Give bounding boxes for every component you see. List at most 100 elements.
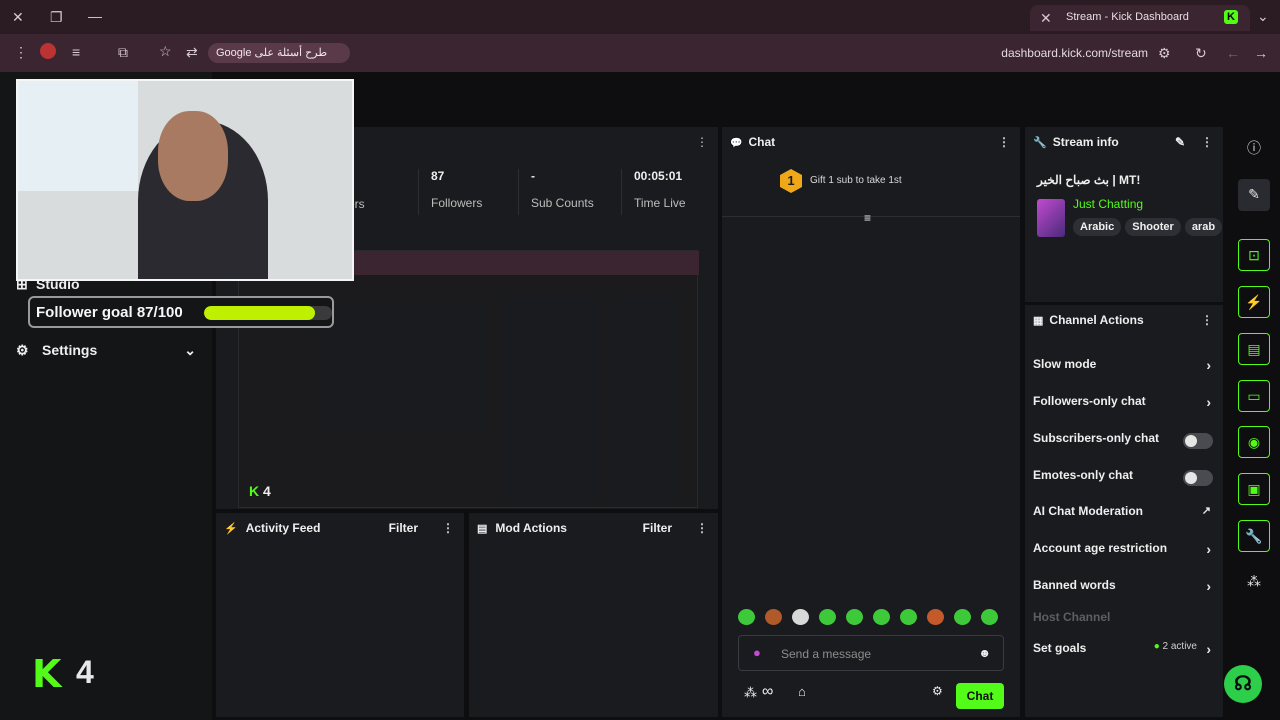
emote-icon[interactable] xyxy=(846,609,863,625)
preview-actions-area xyxy=(609,293,679,503)
restore-window-icon[interactable]: ❐ xyxy=(50,9,63,25)
nav-item-settings[interactable]: ⚙ Settings ⌄ xyxy=(16,342,196,359)
send-chat-button[interactable]: Chat xyxy=(956,683,1004,709)
chat-settings-icon[interactable]: ⚙ xyxy=(932,684,943,698)
tag[interactable]: Arabic xyxy=(1073,218,1122,236)
category-name[interactable]: Just Chatting xyxy=(1073,197,1143,211)
preview-chat-area xyxy=(501,293,601,503)
chevron-right-icon: › xyxy=(1206,357,1211,373)
kicks-icon[interactable]: ⁂ xyxy=(744,685,757,701)
reading-list-icon[interactable]: ≡ xyxy=(72,44,80,60)
emote-icon[interactable] xyxy=(873,609,890,625)
external-link-icon: ↗ xyxy=(1201,505,1211,517)
lightning-icon[interactable]: ⚡ xyxy=(1238,286,1270,318)
stream-preview[interactable]: K 4 xyxy=(238,250,699,508)
subscribers-only-toggle[interactable] xyxy=(1183,433,1213,449)
action-slow-mode[interactable]: Slow mode › xyxy=(1033,357,1215,377)
kick-logo-icon: K xyxy=(32,652,62,696)
menu-icon[interactable]: ⋮ xyxy=(14,44,28,60)
browser-tab[interactable]: ✕ Stream - Kick Dashboard K xyxy=(1030,5,1250,31)
emote-bar xyxy=(738,609,998,625)
emote-icon[interactable] xyxy=(738,609,755,625)
wrench-icon[interactable]: 🔧 xyxy=(1238,520,1270,552)
tab-search-icon[interactable]: ⌄ xyxy=(1257,8,1269,24)
minimize-window-icon[interactable]: — xyxy=(88,8,102,24)
follower-goal-text: Follower goal 87/100 xyxy=(36,304,183,321)
mod-filter-button[interactable]: Filter xyxy=(643,513,672,543)
stream-title: بث صباح الخير | MT! xyxy=(1037,173,1141,187)
close-window-icon[interactable]: ✕ xyxy=(12,9,24,25)
help-chat-icon[interactable]: ☊ xyxy=(1224,665,1262,703)
apps-icon[interactable]: ⁂ xyxy=(1238,566,1270,598)
broadcast-icon[interactable]: ◉ xyxy=(1238,426,1270,458)
preview-stats-area xyxy=(317,301,487,431)
emote-icon[interactable] xyxy=(792,609,809,625)
emote-icon[interactable] xyxy=(819,609,836,625)
webcam-overlay xyxy=(16,79,354,281)
action-set-goals[interactable]: Set goals ● 2 active › xyxy=(1033,641,1215,661)
edit-pencil-icon[interactable]: ✎ xyxy=(1175,127,1185,157)
action-ai-moderation[interactable]: AI Chat Moderation ↗ xyxy=(1033,504,1215,524)
mod-actions-panel: ▤ Mod Actions Filter ⋮ xyxy=(469,513,718,717)
window-backdrop xyxy=(18,81,138,191)
channel-actions-more-icon[interactable]: ⋮ xyxy=(1201,314,1213,326)
emote-icon[interactable] xyxy=(981,609,998,625)
edit-layout-icon[interactable]: ✎ xyxy=(1238,179,1270,211)
forward-icon[interactable]: ← xyxy=(1226,45,1240,61)
active-dot-icon: ● xyxy=(1153,641,1163,652)
chat-message-input[interactable]: ● Send a message ☻ xyxy=(738,635,1004,671)
notes-icon[interactable]: ▤ xyxy=(1238,333,1270,365)
chat-header: 💬 Chat ⋮ xyxy=(730,135,1010,149)
streamer-face xyxy=(158,111,228,201)
channel-icon: ▦ xyxy=(1033,315,1044,327)
tag-list: Arabic Shooter arab xyxy=(1073,217,1223,236)
chat-bubble-icon: 💬 xyxy=(730,138,743,149)
star-icon[interactable]: ☆ xyxy=(159,43,172,59)
stat-sub-counts: - Sub Counts xyxy=(518,169,594,219)
action-banned-words[interactable]: Banned words › xyxy=(1033,578,1215,598)
list-icon: ▤ xyxy=(477,523,488,535)
infinity-label: ∞ xyxy=(762,683,774,700)
activity-more-icon[interactable]: ⋮ xyxy=(442,522,454,534)
microphone-icon[interactable]: ● xyxy=(753,645,761,660)
emote-icon[interactable] xyxy=(765,609,782,625)
gift-sub-prompt[interactable]: 1 Gift 1 sub to take 1st xyxy=(780,169,902,193)
rank-badge-icon: 1 xyxy=(780,169,802,193)
emotes-only-toggle[interactable] xyxy=(1183,470,1213,486)
action-emotes-only: Emotes-only chat xyxy=(1033,468,1215,488)
screenshot-icon[interactable]: ⊡ xyxy=(1238,239,1270,271)
close-tab-icon[interactable]: ✕ xyxy=(1040,10,1052,26)
google-lens-pill[interactable]: Google طرح أسئلة على xyxy=(208,43,350,63)
stream-info-more-icon[interactable]: ⋮ xyxy=(1201,136,1213,148)
reload-icon[interactable]: ↻ xyxy=(1195,45,1207,61)
chat-more-icon[interactable]: ⋮ xyxy=(998,136,1010,148)
mod-more-icon[interactable]: ⋮ xyxy=(696,522,708,534)
chat-bubble-icon[interactable]: ▭ xyxy=(1238,380,1270,412)
extensions-icon[interactable]: ⧉ xyxy=(118,44,128,60)
profile-avatar[interactable] xyxy=(40,43,56,59)
translate-icon[interactable]: ⇄ xyxy=(186,44,198,60)
emote-icon[interactable] xyxy=(927,609,944,625)
site-settings-icon[interactable]: ⚙ xyxy=(1158,45,1171,61)
emoji-picker-icon[interactable]: ☻ xyxy=(978,646,991,660)
follower-goal-fill xyxy=(204,306,316,320)
category-thumbnail[interactable] xyxy=(1037,199,1065,237)
tag[interactable]: arab xyxy=(1184,218,1223,236)
info-icon[interactable]: ⓘ xyxy=(1238,133,1270,165)
tag[interactable]: Shooter xyxy=(1125,218,1181,236)
follower-goal-overlay: Follower goal 87/100 xyxy=(28,296,334,328)
action-host-channel: Host Channel xyxy=(1033,610,1111,624)
emote-icon[interactable] xyxy=(900,609,917,625)
activity-filter-button[interactable]: Filter xyxy=(389,513,418,543)
stats-more-icon[interactable]: ⋮ xyxy=(696,136,708,148)
back-icon[interactable]: → xyxy=(1254,45,1268,61)
url-text[interactable]: dashboard.kick.com/stream xyxy=(1001,46,1148,60)
pinned-icon[interactable]: ≡ xyxy=(864,211,871,225)
video-icon[interactable]: ▣ xyxy=(1238,473,1270,505)
action-followers-only[interactable]: Followers-only chat › xyxy=(1033,394,1215,414)
store-icon[interactable]: ⌂ xyxy=(798,684,806,699)
action-account-age[interactable]: Account age restriction › xyxy=(1033,541,1215,561)
emote-icon[interactable] xyxy=(954,609,971,625)
chevron-right-icon: › xyxy=(1206,641,1211,657)
activity-feed-panel: ⚡ Activity Feed Filter ⋮ xyxy=(216,513,464,717)
